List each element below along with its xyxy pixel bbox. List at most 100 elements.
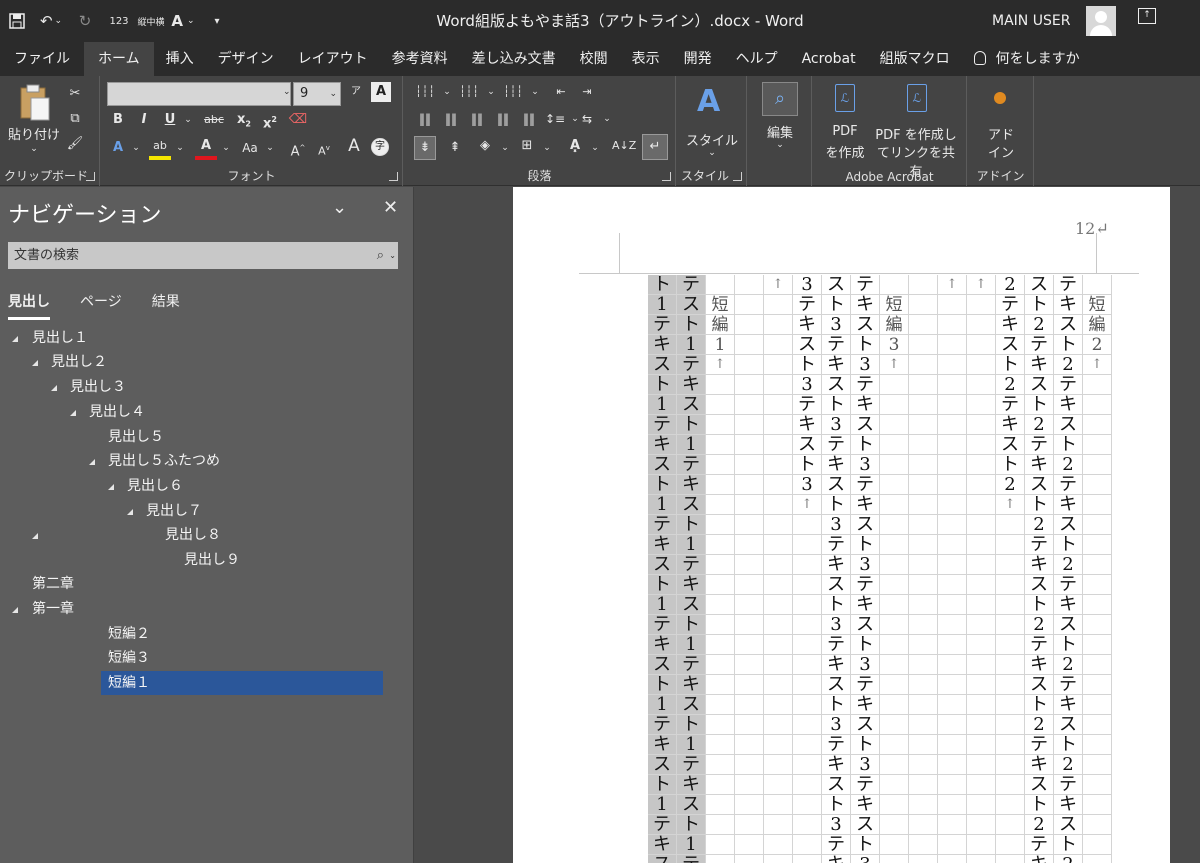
change-case-icon[interactable]: Aa — [239, 138, 261, 158]
align-left-selected-icon[interactable]: ⇟ — [414, 136, 436, 160]
enclose-characters-icon[interactable]: 字 — [371, 138, 389, 156]
heading-item[interactable]: 見出し５ふたつめ — [108, 449, 220, 473]
heading-item-selected[interactable]: 短編１ — [101, 671, 383, 695]
borders-icon[interactable]: ⊞ — [516, 136, 538, 156]
heading-item[interactable]: 第一章 — [32, 597, 74, 621]
distribute-vertical-icon[interactable]: ‖‖ — [518, 109, 540, 129]
tab-insert[interactable]: 挿入 — [154, 42, 206, 76]
heading-item[interactable]: 見出し４ — [89, 400, 145, 424]
justify-vertical-icon[interactable]: ‖‖ — [492, 109, 514, 129]
clear-formatting-eraser-icon[interactable]: ⌫ — [287, 110, 309, 130]
search-icon[interactable]: ⌕ — [377, 242, 384, 269]
shading-icon[interactable]: ◈ — [474, 136, 496, 156]
multilevel-list-icon[interactable]: ┆┆┆ — [502, 82, 524, 102]
format-painter-icon[interactable]: 🖌 — [64, 134, 86, 154]
collapse-triangle-icon[interactable] — [89, 459, 95, 465]
phonetic-guide-icon[interactable]: ア — [345, 82, 367, 102]
tab-file[interactable]: ファイル — [0, 42, 84, 76]
font-style-icon[interactable]: A ⌄ — [166, 0, 200, 42]
avatar[interactable] — [1086, 6, 1116, 36]
search-input[interactable]: 文書の検索 ⌕ ⌄ — [8, 242, 398, 269]
heading-item[interactable]: 短編３ — [108, 646, 150, 670]
collapse-triangle-icon[interactable] — [32, 533, 38, 539]
collapse-triangle-icon[interactable] — [70, 410, 76, 416]
collapse-triangle-icon[interactable] — [108, 484, 114, 490]
numbering-icon[interactable]: ┆┆┆ — [458, 82, 480, 102]
font-name-combo[interactable] — [107, 82, 291, 106]
font-size-combo[interactable]: 9 ⌄ — [293, 82, 341, 106]
shading-dropdown-icon[interactable]: ⌄ — [494, 138, 516, 158]
align-center-vertical-icon[interactable]: ‖‖ — [440, 109, 462, 129]
tab-typesetting-macro[interactable]: 組版マクロ — [868, 42, 962, 76]
collapse-triangle-icon[interactable] — [127, 509, 133, 515]
align-top-icon[interactable]: ‖‖ — [414, 109, 436, 129]
tab-layout[interactable]: レイアウト — [286, 42, 380, 76]
styles-launcher[interactable] — [733, 172, 742, 181]
heading-item[interactable]: 見出し１ — [32, 326, 88, 350]
ribbon-display-options-icon[interactable]: ↑ — [1138, 8, 1156, 24]
subscript-icon[interactable]: x2 — [233, 110, 255, 135]
asian-layout-icon[interactable]: A͓ — [564, 136, 586, 156]
bullets-dropdown-icon[interactable]: ⌄ — [436, 82, 458, 102]
text-direction-dropdown-icon[interactable]: ⌄ — [596, 109, 618, 129]
font-color-dropdown-icon[interactable]: ⌄ — [215, 138, 237, 158]
bullets-icon[interactable]: ┆┆┆ — [414, 82, 436, 102]
decrease-indent-icon[interactable]: ⇤ — [550, 82, 572, 102]
search-dropdown-icon[interactable]: ⌄ — [389, 242, 396, 269]
heading-item[interactable]: 見出し９ — [184, 548, 240, 572]
sort-vertical-icon[interactable]: ⇞ — [444, 138, 466, 158]
italic-icon[interactable]: I — [133, 110, 155, 130]
tab-acrobat[interactable]: Acrobat — [790, 42, 868, 76]
create-pdf-button[interactable]: ℒ PDF を作成 — [819, 84, 871, 164]
number-format-icon[interactable]: 123 — [102, 0, 136, 42]
create-pdf-share-link-button[interactable]: ℒ PDF を作成し てリンクを共有 — [871, 84, 961, 180]
collapse-triangle-icon[interactable] — [12, 336, 18, 342]
multilevel-dropdown-icon[interactable]: ⌄ — [524, 82, 546, 102]
tab-design[interactable]: デザイン — [206, 42, 286, 76]
tab-results[interactable]: 結果 — [152, 291, 180, 320]
tab-headings[interactable]: 見出し — [8, 291, 50, 320]
tab-help[interactable]: ヘルプ — [724, 42, 790, 76]
line-spacing-icon[interactable]: ↕≡ — [544, 109, 566, 129]
change-case-dropdown-icon[interactable]: ⌄ — [259, 138, 281, 158]
tab-references[interactable]: 参考資料 — [380, 42, 460, 76]
font-color-icon[interactable]: A — [195, 136, 217, 160]
heading-item[interactable]: 見出し７ — [146, 499, 202, 523]
increase-indent-icon[interactable]: ⇥ — [576, 82, 598, 102]
character-shading-icon[interactable]: A — [343, 136, 365, 156]
user-name[interactable]: MAIN USER — [992, 0, 1070, 42]
highlight-dropdown-icon[interactable]: ⌄ — [169, 138, 191, 158]
heading-item[interactable]: 見出し５ — [108, 425, 164, 449]
chevron-down-icon[interactable]: ⌄ — [332, 197, 347, 218]
text-direction-icon[interactable]: ⇆ — [576, 109, 598, 129]
collapse-triangle-icon[interactable] — [32, 360, 38, 366]
sort-icon[interactable]: A↓Z — [612, 136, 636, 156]
cut-icon[interactable]: ✂ — [64, 84, 86, 104]
paragraph-launcher[interactable] — [662, 172, 671, 181]
strikethrough-icon[interactable]: abc — [201, 110, 227, 130]
save-icon[interactable] — [0, 0, 34, 42]
borders-dropdown-icon[interactable]: ⌄ — [536, 138, 558, 158]
superscript-icon[interactable]: x2 — [259, 110, 281, 134]
clear-format-icon[interactable]: A — [371, 82, 391, 102]
text-effects-dropdown-icon[interactable]: ⌄ — [125, 138, 147, 158]
tate-chu-yoko-icon[interactable]: 縦中横 — [136, 0, 166, 42]
collapse-triangle-icon[interactable] — [51, 385, 57, 391]
shrink-font-icon[interactable]: Av — [313, 138, 335, 162]
show-marks-icon[interactable]: ↵ — [642, 134, 668, 160]
document-page[interactable]: 12↵ ト1テキスト1テキスト1テキスト1テキスト1テキスト1テキステスト1テキ… — [513, 187, 1170, 863]
tab-view[interactable]: 表示 — [620, 42, 672, 76]
align-bottom-icon[interactable]: ‖‖ — [466, 109, 488, 129]
clipboard-launcher[interactable] — [86, 172, 95, 181]
heading-item[interactable]: 第二章 — [32, 572, 74, 596]
undo-icon[interactable]: ↶ ⌄ — [34, 0, 68, 42]
font-launcher[interactable] — [389, 172, 398, 181]
copy-icon[interactable]: ⧉ — [64, 109, 86, 129]
tab-developer[interactable]: 開発 — [672, 42, 724, 76]
close-icon[interactable]: ✕ — [383, 197, 398, 218]
heading-item[interactable]: 見出し２ — [51, 350, 107, 374]
asian-layout-dropdown-icon[interactable]: ⌄ — [584, 138, 606, 158]
grow-font-icon[interactable]: A^ — [287, 138, 309, 162]
bold-icon[interactable]: B — [107, 110, 129, 130]
tab-home[interactable]: ホーム — [84, 42, 154, 76]
